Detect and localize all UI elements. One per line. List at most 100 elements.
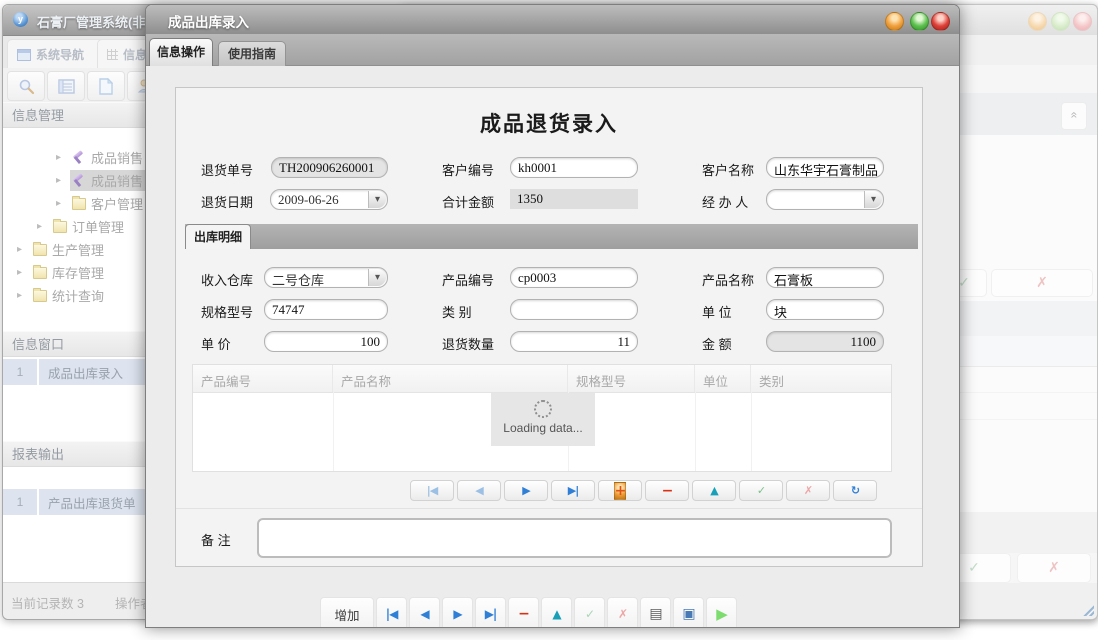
tree-item-icon bbox=[33, 244, 47, 256]
cancel-button[interactable]: ✗ bbox=[991, 269, 1093, 297]
expand-arrow-icon[interactable] bbox=[56, 175, 70, 186]
grid-column-header[interactable]: 规格型号 bbox=[568, 365, 695, 392]
warehouse-label: 收入仓库 bbox=[201, 270, 253, 289]
grid-line bbox=[751, 392, 752, 471]
loading-overlay: Loading data... bbox=[491, 393, 595, 446]
cancel-button[interactable]: ✗ bbox=[1017, 553, 1091, 583]
document-button[interactable] bbox=[87, 71, 125, 101]
remark-field[interactable] bbox=[257, 518, 892, 558]
navigator-icon: ◀ bbox=[475, 484, 482, 497]
next-record-button[interactable]: ▶ bbox=[442, 597, 473, 628]
toolbar-icon: 增加 bbox=[334, 605, 359, 624]
toolbar-icon: ▤ bbox=[649, 606, 661, 622]
insert-record-button[interactable]: + bbox=[598, 480, 642, 501]
expand-arrow-icon[interactable] bbox=[56, 152, 70, 163]
toolbar-icon: ▲ bbox=[552, 607, 560, 621]
grid-line bbox=[333, 392, 334, 471]
customer-no-label: 客户编号 bbox=[442, 160, 494, 179]
grid-column-header[interactable]: 产品编号 bbox=[193, 365, 333, 392]
post-record-button[interactable]: ✓ bbox=[739, 480, 783, 501]
expand-arrow-icon[interactable] bbox=[56, 198, 70, 209]
record-count: 当前记录数 3 bbox=[11, 593, 84, 612]
grid-column-header[interactable]: 单位 bbox=[695, 365, 751, 392]
expand-arrow-icon[interactable] bbox=[17, 244, 31, 255]
spec-label: 规格型号 bbox=[201, 302, 253, 321]
operator-select[interactable] bbox=[766, 189, 884, 210]
grid-column-header[interactable]: 产品名称 bbox=[333, 365, 568, 392]
tree-item-icon bbox=[53, 221, 67, 233]
prior-record-button[interactable]: ◀ bbox=[457, 480, 501, 501]
modal-titlebar[interactable]: 成品出库录入 bbox=[146, 5, 959, 34]
resize-grip[interactable] bbox=[1083, 605, 1094, 616]
tab-user-guide[interactable]: 使用指南 bbox=[218, 41, 286, 66]
cancel-record-button[interactable]: ✗ bbox=[786, 480, 830, 501]
warehouse-select[interactable]: 二号仓库 bbox=[264, 267, 388, 288]
return-date-select[interactable]: 2009-06-26 bbox=[270, 189, 388, 210]
grid-line bbox=[695, 392, 696, 471]
operator-label: 经 办 人 bbox=[702, 192, 748, 211]
next-record-button[interactable]: ▶ bbox=[504, 480, 548, 501]
prior-record-button[interactable]: ◀ bbox=[409, 597, 440, 628]
minimize-button[interactable] bbox=[1028, 12, 1047, 31]
grid-icon bbox=[107, 49, 118, 60]
search-button[interactable] bbox=[7, 71, 45, 101]
first-record-button[interactable]: |◀ bbox=[376, 597, 407, 628]
grid-column-header[interactable]: 类别 bbox=[751, 365, 891, 392]
price-field[interactable]: 100 bbox=[264, 331, 388, 352]
document-icon bbox=[99, 78, 113, 95]
list-view-button[interactable] bbox=[47, 71, 85, 101]
edit-record-button[interactable]: ▲ bbox=[541, 597, 572, 628]
navigator-icon: − bbox=[662, 483, 673, 499]
tab-outbound-detail[interactable]: 出库明细 bbox=[185, 224, 251, 249]
customer-no-field[interactable]: kh0001 bbox=[510, 157, 638, 178]
expand-arrow-icon[interactable] bbox=[37, 221, 51, 232]
expand-arrow-icon[interactable] bbox=[17, 290, 31, 301]
toolbar-icon: ▶ bbox=[453, 607, 461, 621]
last-record-button[interactable]: ▶| bbox=[551, 480, 595, 501]
record-navigator: |◀ ◀ ▶ ▶| + bbox=[410, 480, 877, 501]
post-record-button[interactable]: ✓ bbox=[574, 597, 605, 628]
unit-field[interactable]: 块 bbox=[766, 299, 884, 320]
check-icon: ✓ bbox=[968, 559, 980, 575]
spec-field[interactable]: 74747 bbox=[264, 299, 388, 320]
run-button[interactable]: ▶ bbox=[706, 597, 737, 628]
add-button[interactable]: 增加 bbox=[320, 597, 374, 628]
return-qty-field[interactable]: 11 bbox=[510, 331, 638, 352]
list-icon bbox=[58, 79, 75, 94]
collapse-panel-button[interactable] bbox=[1061, 102, 1087, 130]
search-icon bbox=[18, 78, 35, 95]
maximize-button[interactable] bbox=[910, 12, 929, 31]
modal-title: 成品出库录入 bbox=[168, 11, 249, 31]
edit-record-button[interactable]: ▲ bbox=[692, 480, 736, 501]
product-no-field[interactable]: cp0003 bbox=[510, 267, 638, 288]
expand-arrow-icon[interactable] bbox=[17, 267, 31, 278]
return-no-field[interactable]: TH200906260001 bbox=[271, 157, 388, 178]
navigator-icon: ▶ bbox=[522, 484, 529, 497]
customer-name-field[interactable]: 山东华宇石膏制品 bbox=[766, 157, 884, 178]
bottom-toolbar: 增加 |◀ ◀ ▶ ▶| − bbox=[320, 597, 737, 628]
customer-name-label: 客户名称 bbox=[702, 160, 754, 179]
close-button[interactable] bbox=[1073, 12, 1092, 31]
tree-item-label: 订单管理 bbox=[72, 217, 124, 236]
navigator-icon: ↻ bbox=[851, 484, 859, 497]
last-record-button[interactable]: ▶| bbox=[475, 597, 506, 628]
main-window-title: 石膏厂管理系统(非 bbox=[37, 12, 145, 31]
cancel-record-button[interactable]: ✗ bbox=[607, 597, 638, 628]
product-name-field[interactable]: 石膏板 bbox=[766, 267, 884, 288]
remark-label: 备 注 bbox=[201, 530, 231, 549]
tree-item-label: 统计查询 bbox=[52, 286, 104, 305]
print-button[interactable]: ▤ bbox=[640, 597, 671, 628]
print-preview-button[interactable]: ▣ bbox=[673, 597, 704, 628]
category-field[interactable] bbox=[510, 299, 638, 320]
refresh-records-button[interactable]: ↻ bbox=[833, 480, 877, 501]
delete-record-button[interactable]: − bbox=[645, 480, 689, 501]
delete-record-button[interactable]: − bbox=[508, 597, 539, 628]
maximize-button[interactable] bbox=[1051, 12, 1070, 31]
first-record-button[interactable]: |◀ bbox=[410, 480, 454, 501]
tab-info-operation[interactable]: 信息操作 bbox=[149, 38, 213, 66]
close-button[interactable] bbox=[931, 12, 950, 31]
product-name-label: 产品名称 bbox=[702, 270, 754, 289]
modal-window: 成品出库录入 信息操作 使用指南 成品退货录入 退货单号 TH200906260… bbox=[145, 4, 960, 628]
form-title: 成品退货录入 bbox=[176, 108, 922, 138]
minimize-button[interactable] bbox=[885, 12, 904, 31]
